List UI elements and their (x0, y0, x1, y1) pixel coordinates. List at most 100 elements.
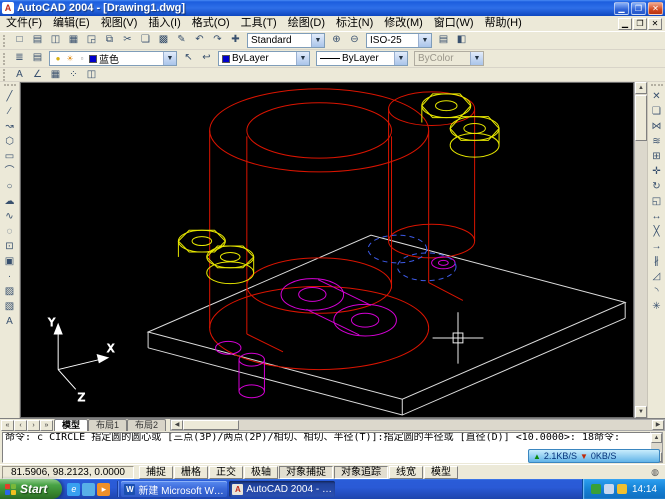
prev-tab-button[interactable]: ‹ (14, 420, 27, 431)
menu-item-file[interactable]: 文件(F) (1, 16, 47, 31)
cut-icon[interactable]: ✂ (119, 33, 136, 48)
scroll-up-icon[interactable]: ▲ (651, 433, 662, 443)
status-toggle-ortho[interactable]: 正交 (209, 466, 243, 479)
show-desktop-icon[interactable] (82, 483, 95, 496)
vertical-scrollbar[interactable]: ▲ ▼ (634, 82, 647, 418)
chevron-down-icon[interactable]: ▼ (296, 52, 309, 65)
menu-item-window[interactable]: 窗口(W) (429, 16, 479, 31)
toolbar-grip[interactable] (4, 84, 16, 88)
mtext-icon[interactable]: A (2, 315, 18, 330)
chevron-down-icon[interactable]: ▼ (163, 52, 176, 65)
ellipse-icon[interactable]: ◌ (2, 225, 18, 240)
menu-item-help[interactable]: 帮助(H) (480, 16, 527, 31)
spline-icon[interactable]: ∿ (2, 210, 18, 225)
dim-style-icon[interactable]: ∠ (29, 69, 46, 81)
child-minimize-button[interactable]: ▁ (618, 18, 632, 30)
minimize-button[interactable]: ▁ (614, 2, 629, 15)
child-restore-button[interactable]: ❐ (633, 18, 647, 30)
explode-icon[interactable]: ✳ (649, 300, 665, 315)
menu-item-edit[interactable]: 编辑(E) (48, 16, 95, 31)
color-combo[interactable]: ByLayer ▼ (218, 51, 310, 66)
new-file-icon[interactable]: □ (11, 33, 28, 48)
properties-icon[interactable]: ▤ (435, 33, 452, 48)
close-button[interactable]: ✕ (648, 2, 663, 15)
plot-icon[interactable]: ▦ (65, 33, 82, 48)
media-player-icon[interactable]: ▸ (97, 483, 110, 496)
construction-line-icon[interactable]: ∕ (2, 105, 18, 120)
menu-item-format[interactable]: 格式(O) (187, 16, 235, 31)
mirror-icon[interactable]: ⋈ (649, 120, 665, 135)
open-file-icon[interactable]: ▤ (29, 33, 46, 48)
line-icon[interactable]: ╱ (2, 90, 18, 105)
vertical-scroll-thumb[interactable] (635, 95, 647, 141)
make-block-icon[interactable]: ▣ (2, 255, 18, 270)
tab-layout2[interactable]: 布局2 (127, 419, 166, 431)
polygon-icon[interactable]: ⬡ (2, 135, 18, 150)
drawing-canvas[interactable]: Y X Z (20, 82, 634, 418)
app-icon[interactable]: A (2, 2, 14, 14)
horizontal-scroll-thumb[interactable] (183, 420, 239, 430)
undo-icon[interactable]: ↶ (191, 33, 208, 48)
arc-icon[interactable]: ⌒ (2, 165, 18, 180)
tab-model[interactable]: 模型 (54, 419, 88, 431)
rectangle-icon[interactable]: ▭ (2, 150, 18, 165)
scale-icon[interactable]: ◱ (649, 195, 665, 210)
layer-states-icon[interactable]: ▤ (29, 51, 46, 66)
menu-item-modify[interactable]: 修改(M) (379, 16, 428, 31)
ie-icon[interactable]: e (67, 483, 80, 496)
volume-tray-icon[interactable] (604, 484, 614, 494)
point-style-icon[interactable]: ⁘ (65, 69, 82, 81)
scroll-up-icon[interactable]: ▲ (635, 82, 647, 94)
trim-icon[interactable]: ╳ (649, 225, 665, 240)
taskbar-task-word[interactable]: W新建 Microsoft Word ... (121, 481, 227, 497)
make-layer-current-icon[interactable]: ↖ (180, 51, 197, 66)
last-tab-button[interactable]: » (40, 420, 53, 431)
status-toggle-lwt[interactable]: 线宽 (389, 466, 423, 479)
tab-layout1[interactable]: 布局1 (88, 419, 127, 431)
layer-manager-icon[interactable]: ≣ (11, 51, 28, 66)
scroll-down-icon[interactable]: ▼ (635, 406, 647, 418)
next-tab-button[interactable]: › (27, 420, 40, 431)
offset-icon[interactable]: ≋ (649, 135, 665, 150)
linetype-combo[interactable]: ByLayer ▼ (316, 51, 408, 66)
circle-icon[interactable]: ○ (2, 180, 18, 195)
array-icon[interactable]: ⊞ (649, 150, 665, 165)
communication-center-icon[interactable]: ◍ (647, 466, 663, 479)
pan-icon[interactable]: ✚ (227, 33, 244, 48)
status-toggle-polar[interactable]: 极轴 (244, 466, 278, 479)
chamfer-icon[interactable]: ◿ (649, 270, 665, 285)
region-icon[interactable]: ▧ (2, 300, 18, 315)
menu-item-tools[interactable]: 工具(T) (236, 16, 282, 31)
toolbar-grip[interactable] (3, 53, 8, 65)
scroll-right-icon[interactable]: ▶ (652, 420, 664, 430)
status-toggle-model[interactable]: 模型 (424, 466, 458, 479)
maximize-button[interactable]: ❐ (631, 2, 646, 15)
status-toggle-grid[interactable]: 栅格 (174, 466, 208, 479)
break-icon[interactable]: ∦ (649, 255, 665, 270)
save-icon[interactable]: ◫ (47, 33, 64, 48)
copy-object-icon[interactable]: ❏ (649, 105, 665, 120)
layer-previous-icon[interactable]: ↩ (198, 51, 215, 66)
rotate-icon[interactable]: ↻ (649, 180, 665, 195)
toolbar-grip[interactable] (3, 35, 8, 47)
menu-item-draw[interactable]: 绘图(D) (283, 16, 330, 31)
publish-icon[interactable]: ⧉ (101, 33, 118, 48)
status-toggle-osnap[interactable]: 对象捕捉 (279, 466, 333, 479)
erase-icon[interactable]: ✕ (649, 90, 665, 105)
text-style-combo[interactable]: Standard ▼ (247, 33, 325, 48)
zoom-realtime-icon[interactable]: ⊕ (328, 33, 345, 48)
polyline-icon[interactable]: ↝ (2, 120, 18, 135)
designcenter-icon[interactable]: ◧ (453, 33, 470, 48)
menu-item-insert[interactable]: 插入(I) (143, 16, 185, 31)
status-toggle-snap[interactable]: 捕捉 (139, 466, 173, 479)
taskbar-task-autocad[interactable]: AAutoCAD 2004 - [Dra... (229, 481, 335, 497)
im-tray-icon[interactable] (617, 484, 627, 494)
fillet-icon[interactable]: ◝ (649, 285, 665, 300)
zoom-previous-icon[interactable]: ⊖ (346, 33, 363, 48)
dim-style-combo[interactable]: ISO-25 ▼ (366, 33, 432, 48)
hatch-icon[interactable]: ▨ (2, 285, 18, 300)
status-toggle-otrack[interactable]: 对象追踪 (334, 466, 388, 479)
point-icon[interactable]: · (2, 270, 18, 285)
chevron-down-icon[interactable]: ▼ (394, 52, 407, 65)
layer-combo[interactable]: ● ☀ ▫ 蓝色 ▼ (49, 51, 177, 66)
